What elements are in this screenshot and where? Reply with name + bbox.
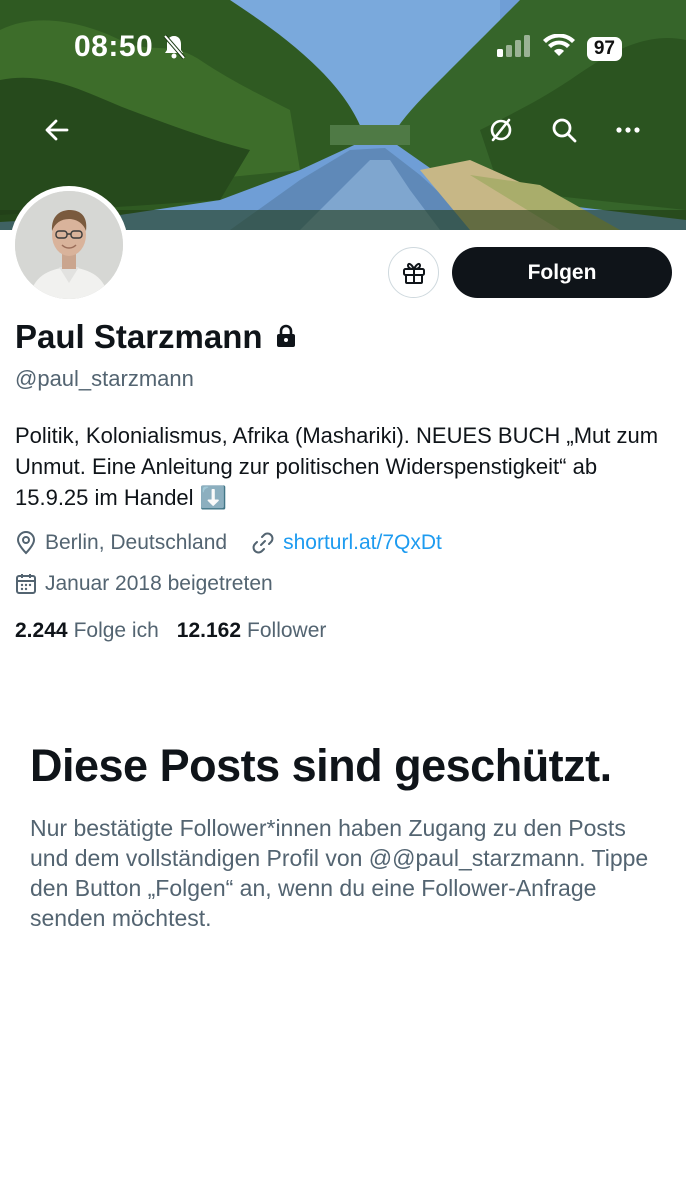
- bell-slash-icon: [162, 34, 186, 65]
- grok-button[interactable]: [480, 109, 522, 151]
- gift-button[interactable]: [388, 247, 439, 298]
- gift-icon: [402, 262, 425, 284]
- follow-button[interactable]: Folgen: [452, 247, 672, 298]
- profile-handle: @paul_starzmann: [15, 366, 194, 391]
- location-pin-icon: [15, 531, 37, 555]
- protected-message: Nur bestätigte Follower*innen haben Zuga…: [30, 815, 649, 931]
- profile-link[interactable]: shorturl.at/7QxDt: [283, 531, 442, 555]
- profile-name-row: Paul Starzmann: [15, 318, 297, 356]
- link-icon: [251, 531, 275, 555]
- back-button[interactable]: [36, 109, 78, 151]
- signal-icon: [496, 35, 531, 62]
- search-button[interactable]: [543, 109, 585, 151]
- following-link[interactable]: 2.244 Folge ich: [15, 619, 159, 643]
- more-button[interactable]: [607, 109, 649, 151]
- location-row: Berlin, Deutschland shorturl.at/7QxDt: [15, 531, 442, 555]
- avatar-portrait: [15, 191, 123, 299]
- status-time: 08:50: [74, 30, 154, 63]
- followers-count: 12.162: [176, 619, 242, 642]
- follow-counts: 2.244 Folge ich 12.162 Follower: [15, 619, 326, 643]
- battery-indicator: 97: [586, 36, 622, 61]
- following-label: Folge ich: [73, 619, 159, 642]
- location-text: Berlin, Deutschland: [45, 531, 228, 554]
- following-count: 2.244: [15, 619, 68, 642]
- calendar-icon: [15, 572, 37, 596]
- lock-icon: [275, 318, 297, 356]
- arrow-left-icon: [45, 119, 69, 141]
- more-horizontal-icon: [616, 127, 640, 133]
- protected-title: Diese Posts sind geschützt.: [30, 740, 612, 791]
- followers-label: Follower: [247, 619, 327, 642]
- slashed-circle-icon: [490, 118, 512, 142]
- display-name: Paul Starzmann: [15, 318, 263, 355]
- search-icon: [552, 118, 577, 143]
- joined-row: Januar 2018 beigetreten: [15, 572, 273, 596]
- joined-text: Januar 2018 beigetreten: [45, 572, 273, 595]
- profile-avatar[interactable]: [10, 186, 128, 304]
- followers-link[interactable]: 12.162 Follower: [177, 619, 327, 643]
- wifi-icon: [542, 33, 575, 63]
- profile-bio: Politik, Kolonialismus, Afrika (Masharik…: [15, 423, 659, 510]
